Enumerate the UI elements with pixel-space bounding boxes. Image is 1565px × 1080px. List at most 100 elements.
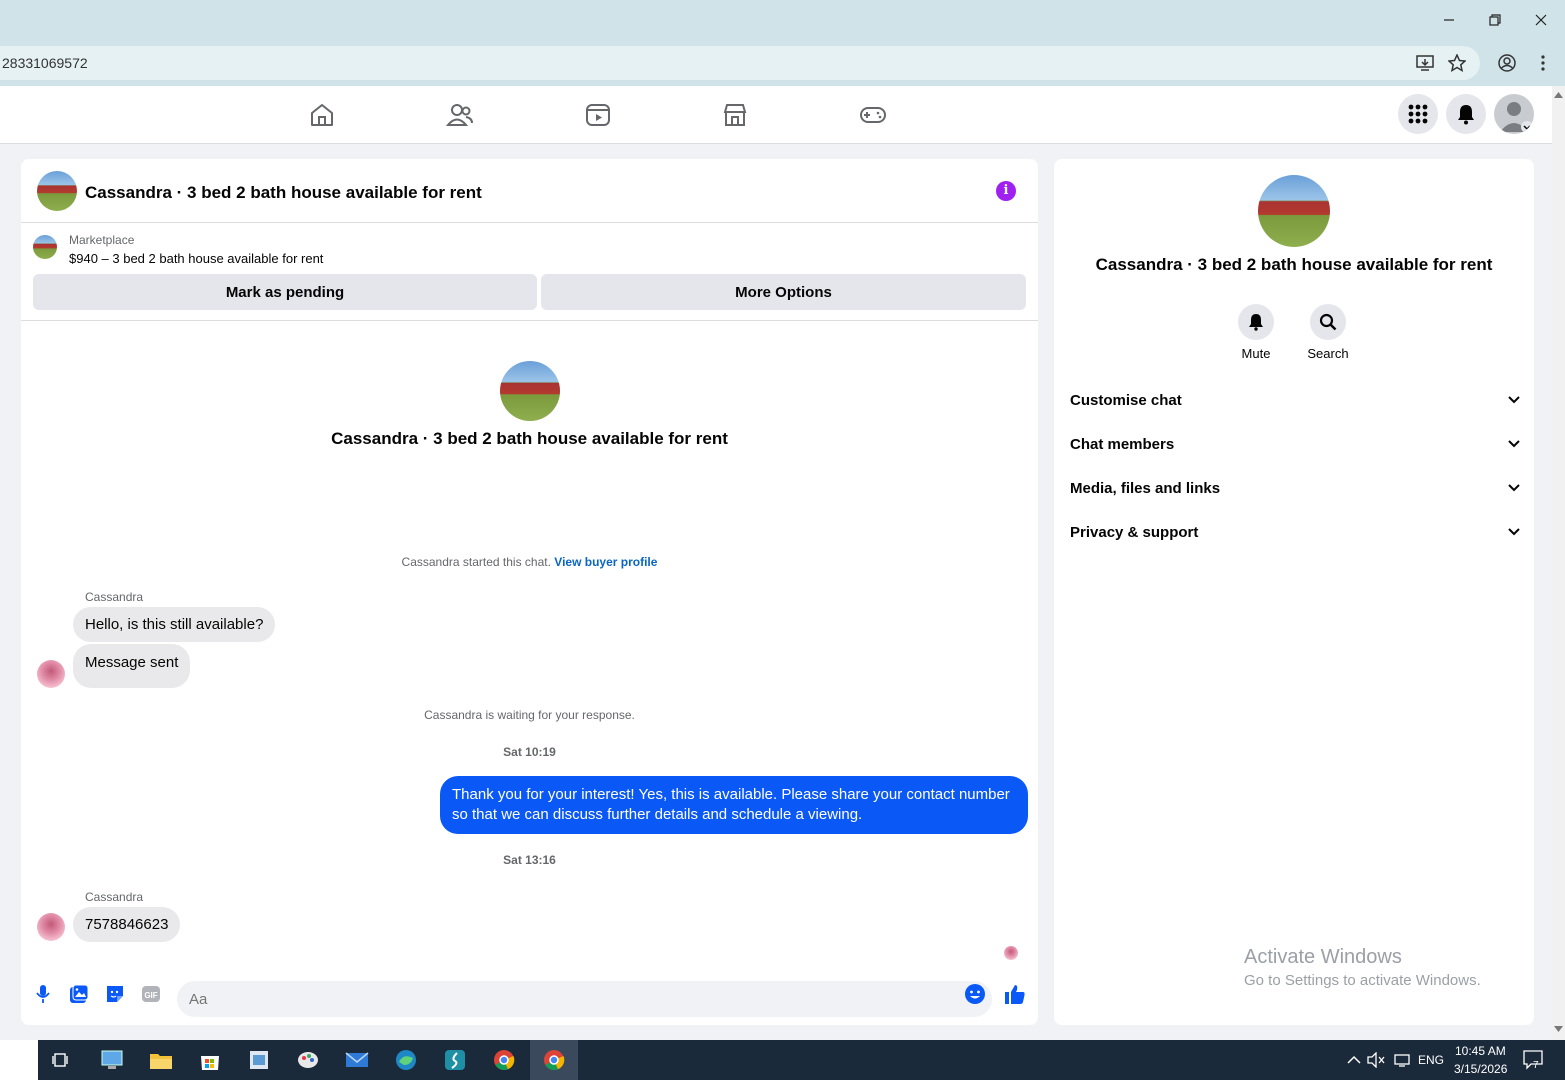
chat-started-notice: Cassandra started this chat. View buyer …	[21, 555, 1038, 569]
chrome-icon[interactable]	[490, 1046, 518, 1074]
restore-icon	[1489, 14, 1501, 26]
facebook-top-nav	[0, 86, 1552, 144]
chevron-down-icon	[1508, 484, 1520, 492]
listing-title[interactable]: $940 – 3 bed 2 bath house available for …	[69, 251, 323, 266]
sticker-icon[interactable]	[102, 981, 128, 1007]
chevron-down-icon	[1508, 528, 1520, 536]
app-icon[interactable]	[441, 1046, 469, 1074]
url-field[interactable]: 28331069572	[0, 46, 1480, 80]
notification-count: 7	[1533, 1060, 1539, 1071]
bookmark-star-icon[interactable]	[1446, 52, 1468, 74]
read-receipt-avatar	[1004, 946, 1018, 960]
profile-icon[interactable]	[1496, 52, 1518, 74]
listing-avatar[interactable]	[37, 171, 77, 211]
clock-time[interactable]: 10:45 AM	[1455, 1044, 1506, 1058]
mail-icon[interactable]	[343, 1046, 371, 1074]
chat-title[interactable]: Cassandra · 3 bed 2 bath house available…	[85, 183, 482, 203]
section-customise-chat[interactable]: Customise chat	[1070, 380, 1520, 420]
bell-icon	[1249, 314, 1263, 331]
account-avatar-button[interactable]	[1494, 94, 1534, 134]
edge-browser-icon[interactable]	[392, 1046, 420, 1074]
address-bar-area: 28331069572	[0, 40, 1565, 86]
home-icon[interactable]	[307, 100, 337, 130]
store-icon[interactable]	[196, 1046, 224, 1074]
chat-panel: Cassandra · 3 bed 2 bath house available…	[21, 159, 1038, 1025]
mark-as-pending-button[interactable]: Mark as pending	[33, 274, 537, 310]
incoming-message[interactable]: Hello, is this still available?	[73, 607, 276, 642]
menu-grid-button[interactable]	[1398, 94, 1438, 134]
gif-icon[interactable]: GIF	[138, 981, 164, 1007]
waiting-notice: Cassandra is waiting for your response.	[424, 708, 635, 722]
listing-large-avatar	[500, 361, 560, 421]
timestamp: Sat 10:19	[503, 745, 556, 759]
outgoing-message[interactable]: Thank you for your interest! Yes, this i…	[440, 776, 1028, 834]
like-thumbs-up-icon[interactable]	[1002, 981, 1028, 1007]
mute-label: Mute	[1241, 346, 1271, 361]
mute-button[interactable]: Mute	[1226, 304, 1286, 361]
close-icon	[1535, 14, 1547, 26]
bell-icon	[1458, 105, 1474, 125]
chrome-profile-icon[interactable]	[540, 1046, 568, 1074]
speaker-muted-icon[interactable]	[1362, 1046, 1390, 1074]
language-indicator[interactable]: ENG	[1418, 1053, 1444, 1067]
section-label: Media, files and links	[1070, 479, 1221, 497]
message-input[interactable]	[177, 981, 992, 1017]
photos-app-icon[interactable]	[245, 1046, 273, 1074]
page-scrollbar[interactable]	[1552, 86, 1565, 1040]
minimize-button[interactable]	[1426, 0, 1472, 40]
close-window-button[interactable]	[1518, 0, 1564, 40]
section-privacy-support[interactable]: Privacy & support	[1070, 512, 1520, 552]
notifications-button[interactable]	[1446, 94, 1486, 134]
listing-thumbnail[interactable]	[33, 235, 57, 259]
section-media-files-links[interactable]: Media, files and links	[1070, 468, 1520, 508]
gaming-icon[interactable]	[858, 100, 888, 130]
more-options-button[interactable]: More Options	[541, 274, 1026, 310]
info-icon[interactable]: i	[996, 181, 1016, 201]
start-area[interactable]	[0, 1040, 38, 1080]
details-avatar[interactable]	[1258, 175, 1330, 247]
message-sender: Cassandra	[85, 890, 144, 904]
chevron-down-icon	[1508, 440, 1520, 448]
message-sender: Cassandra	[85, 590, 144, 604]
chevron-down-icon	[1508, 396, 1520, 404]
search-label: Search	[1307, 346, 1349, 361]
avatar-icon	[1500, 102, 1533, 133]
conversation-title: Cassandra · 3 bed 2 bath house available…	[331, 429, 728, 448]
paint-icon[interactable]	[294, 1046, 322, 1074]
timestamp: Sat 13:16	[503, 853, 556, 867]
section-label: Chat members	[1070, 435, 1175, 453]
reels-video-icon[interactable]	[583, 100, 613, 130]
file-explorer-icon[interactable]	[147, 1046, 175, 1074]
minimize-icon	[1444, 19, 1454, 21]
install-app-icon[interactable]	[1414, 52, 1436, 74]
friends-icon[interactable]	[445, 100, 475, 130]
chat-started-text: Cassandra started this chat.	[401, 555, 551, 569]
marketplace-icon[interactable]	[720, 100, 750, 130]
section-chat-members[interactable]: Chat members	[1070, 424, 1520, 464]
section-label: Customise chat	[1070, 391, 1182, 409]
emoji-icon[interactable]	[962, 981, 988, 1007]
task-view-icon[interactable]	[47, 1046, 75, 1074]
details-title: Cassandra · 3 bed 2 bath house available…	[1095, 255, 1493, 274]
grid-icon	[1408, 104, 1428, 124]
computer-icon[interactable]	[98, 1046, 126, 1074]
search-button[interactable]: Search	[1298, 304, 1358, 361]
clock-date[interactable]: 3/15/2026	[1454, 1062, 1507, 1076]
svg-text:GIF: GIF	[144, 991, 157, 1000]
view-buyer-profile-link[interactable]: View buyer profile	[554, 555, 657, 569]
incoming-message[interactable]: 7578846623	[73, 907, 181, 942]
activate-windows-title: Activate Windows	[1244, 946, 1402, 968]
microphone-icon[interactable]	[30, 981, 56, 1007]
network-icon[interactable]	[1388, 1046, 1416, 1074]
windows-taskbar: ENG 10:45 AM 3/15/2026 7	[0, 1040, 1565, 1080]
incoming-message[interactable]: Message sent	[73, 644, 191, 688]
sender-avatar[interactable]	[37, 913, 65, 941]
restore-button[interactable]	[1472, 0, 1518, 40]
browser-menu-icon[interactable]	[1532, 52, 1554, 74]
chat-details-panel: Cassandra · 3 bed 2 bath house available…	[1054, 159, 1534, 1025]
marketplace-label: Marketplace	[69, 233, 135, 247]
photo-icon[interactable]	[66, 981, 92, 1007]
sender-avatar[interactable]	[37, 660, 65, 688]
activate-windows-subtitle: Go to Settings to activate Windows.	[1244, 972, 1481, 989]
marketplace-listing-bar: Marketplace $940 – 3 bed 2 bath house av…	[21, 223, 1038, 321]
